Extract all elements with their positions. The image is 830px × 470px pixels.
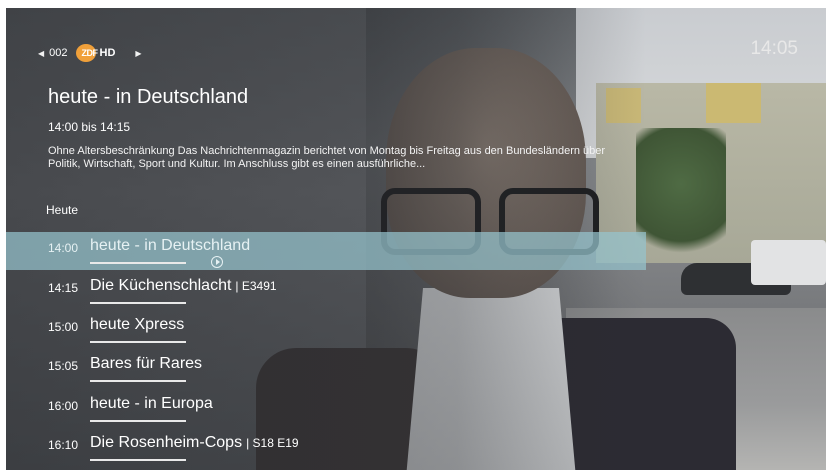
schedule-item-divider [90,459,186,461]
schedule-item[interactable]: 14:15 Die Küchenschlacht | E3491 [6,272,826,310]
schedule-item-title: heute - in Deutschland [90,237,254,255]
schedule-item-time: 16:10 [48,438,79,452]
chevron-left-icon[interactable]: ◀ [38,49,44,58]
logo-disc: ZDF [75,44,99,62]
schedule-item-title-text: heute Xpress [90,316,185,333]
schedule-item-episode: | E3491 [235,279,277,293]
schedule-item-title: heute Xpress [90,316,188,334]
schedule-item-title: Die Küchenschlacht | E3491 [90,277,277,295]
schedule-item-divider [90,420,186,422]
schedule-item-title: Die Rosenheim-Cops | S18 E19 [90,434,299,452]
logo-text: ZDF [81,48,99,58]
schedule-item-selected[interactable]: 14:00 heute - in Deutschland [6,232,646,270]
schedule-item-title-text: Die Küchenschlacht [90,277,232,294]
schedule-item-time: 15:05 [48,359,79,373]
schedule-item[interactable]: 15:00 heute Xpress [6,311,826,349]
channel-number: 002 [49,47,68,59]
tv-screen: ◀ 002 ZDF HD ▶ 14:05 heute - in Deutschl… [6,8,826,470]
channel-navigator: ◀ 002 ZDF HD ▶ [38,44,142,62]
schedule-item-title-text: heute - in Deutschland [90,237,251,254]
channel-logo: ZDF HD [75,44,116,62]
schedule-item[interactable]: 15:05 Bares für Rares [6,350,826,388]
program-time-range: 14:00 bis 14:15 [48,120,131,134]
schedule-item[interactable]: 16:00 heute - in Europa [6,390,826,428]
logo-hd: HD [99,47,116,59]
schedule-item-time: 14:00 [48,241,79,255]
schedule-item-divider [90,380,186,382]
schedule-item-title: Bares für Rares [90,355,206,373]
schedule-item-progress-bar [90,262,186,264]
schedule-item-title-text: heute - in Europa [90,395,213,412]
schedule-item-divider [90,341,186,343]
program-title: heute - in Deutschland [48,86,249,108]
schedule-item-title: heute - in Europa [90,395,217,413]
schedule-item-title-text: Die Rosenheim-Cops [90,434,243,451]
clock: 14:05 [750,38,798,59]
chevron-right-icon[interactable]: ▶ [135,49,141,58]
play-circle-icon[interactable] [211,256,223,268]
schedule-item[interactable]: 16:10 Die Rosenheim-Cops | S18 E19 [6,429,826,467]
schedule-item-divider [90,302,186,304]
schedule-item-time: 14:15 [48,281,79,295]
schedule-item-title-text: Bares für Rares [90,355,203,372]
schedule-item-time: 15:00 [48,320,79,334]
program-description: Ohne Altersbeschränkung Das Nachrichtenm… [48,145,606,170]
schedule-item-episode: | S18 E19 [246,436,299,450]
schedule-item-time: 16:00 [48,399,79,413]
day-label: Heute [46,203,79,217]
